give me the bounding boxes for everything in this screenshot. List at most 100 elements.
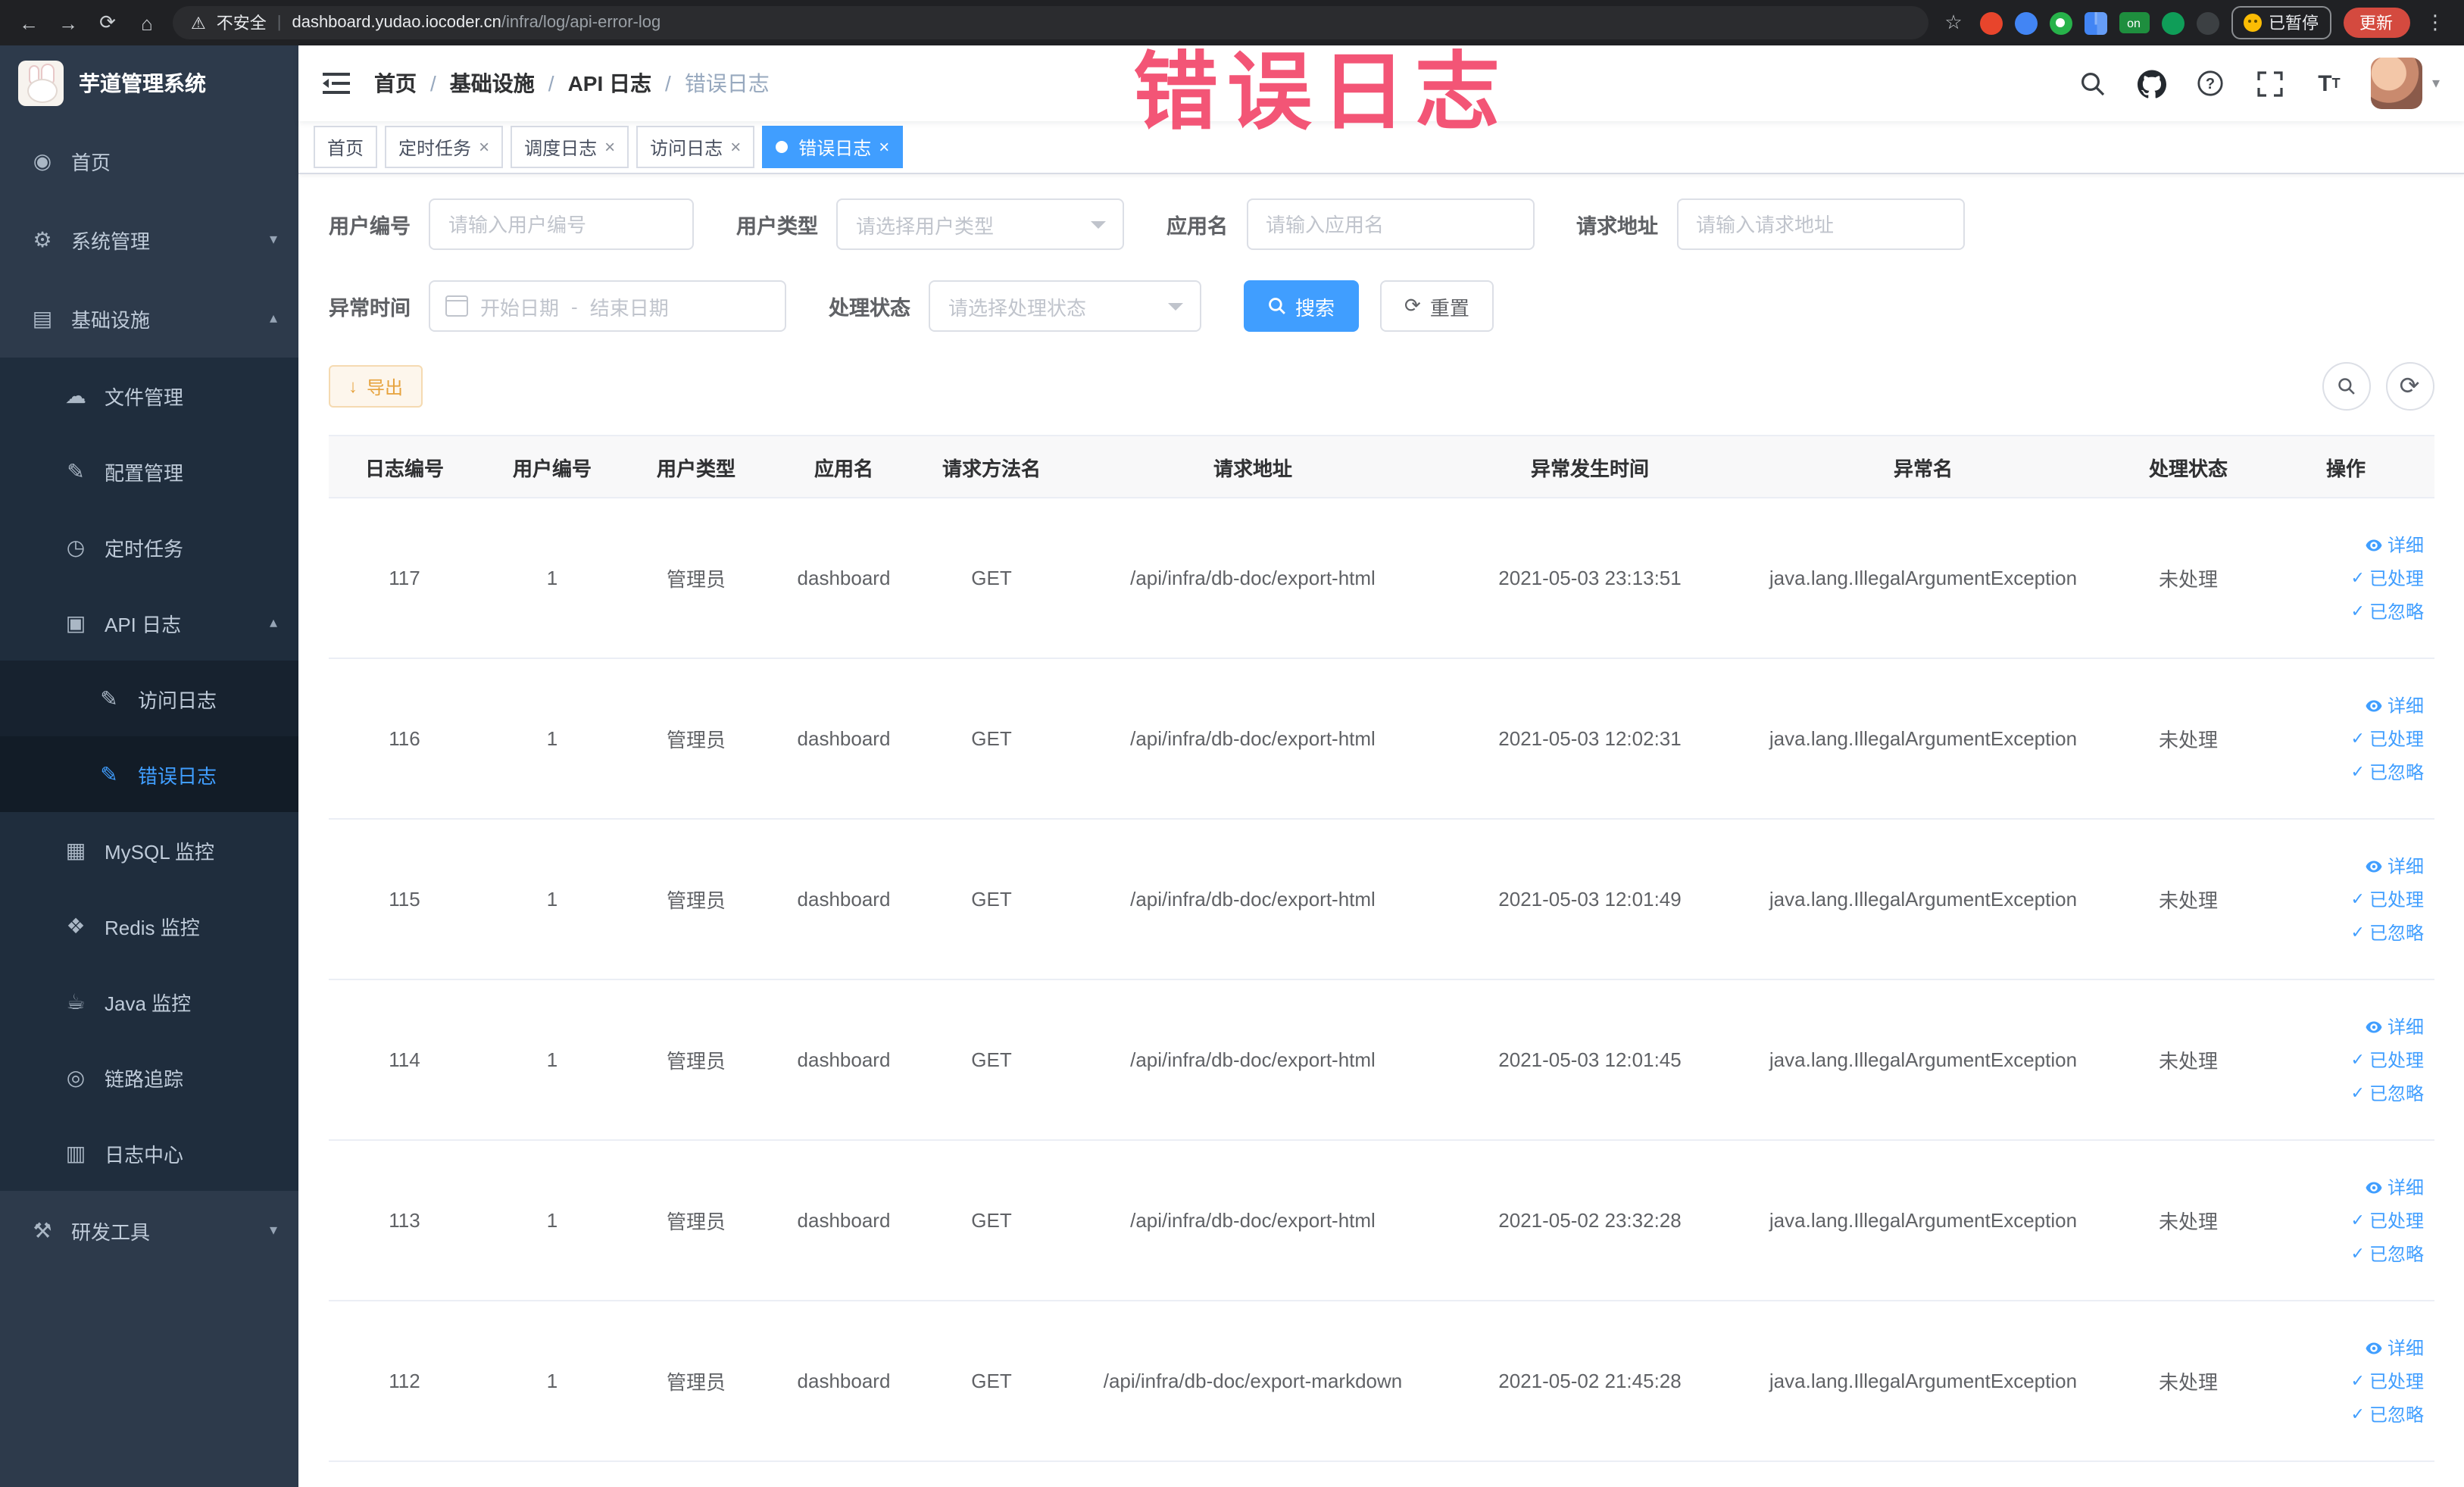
sidebar-item-mysql-monitor[interactable]: ▦ MySQL 监控 <box>0 812 298 888</box>
user-type-select[interactable]: 请选择用户类型 <box>836 198 1124 250</box>
mark-processed-link[interactable]: ✓ 已处理 <box>2351 1368 2424 1394</box>
home-icon[interactable]: ⌂ <box>133 9 161 36</box>
col-header-user-type: 用户类型 <box>656 457 735 480</box>
breadcrumb-infra: 基础设施 <box>449 71 535 95</box>
extension-on-badge[interactable]: on <box>2119 12 2149 33</box>
filter-label: 应用名 <box>1166 215 1228 238</box>
sidebar-item-redis-monitor[interactable]: ❖ Redis 监控 <box>0 888 298 964</box>
search-icon[interactable] <box>2076 67 2110 100</box>
mark-processed-link[interactable]: ✓ 已处理 <box>2351 1207 2424 1233</box>
sidebar-item-api-log[interactable]: ▣ API 日志 ▴ <box>0 585 298 661</box>
redis-icon: ❖ <box>66 913 86 937</box>
sidebar-item-dev-tools[interactable]: ⚒ 研发工具 ▾ <box>0 1191 298 1270</box>
app-name-input[interactable] <box>1246 198 1534 250</box>
sidebar-item-file-manage[interactable]: ☁ 文件管理 <box>0 358 298 433</box>
extension-icon-leaf[interactable] <box>2161 11 2184 34</box>
app-logo[interactable]: 芋道管理系统 <box>0 45 298 121</box>
mark-ignored-link[interactable]: ✓ 已忽略 <box>2351 1401 2424 1427</box>
mark-ignored-link[interactable]: ✓ 已忽略 <box>2351 598 2424 624</box>
date-range-picker[interactable]: 开始日期 - 结束日期 <box>429 280 786 332</box>
sidebar-item-config-manage[interactable]: ✎ 配置管理 <box>0 433 298 509</box>
cell-request-url: /api/infra/db-doc/export-html <box>1130 1209 1376 1232</box>
tools-icon: ⚒ <box>33 1217 52 1242</box>
sidebar-item-home[interactable]: ◉ 首页 <box>0 121 298 200</box>
close-icon[interactable]: × <box>479 136 489 158</box>
user-id-input[interactable] <box>429 198 694 250</box>
cell-app-name: dashboard <box>797 1370 891 1392</box>
request-url-input[interactable] <box>1676 198 1964 250</box>
back-icon[interactable]: ← <box>15 9 42 36</box>
sidebar: 芋道管理系统 ◉ 首页 ⚙ 系统管理 ▾ ▤ 基础设施 ▴ ☁ 文件管理 ✎ 配… <box>0 45 298 1487</box>
eye-icon <box>2366 1342 2382 1354</box>
bookmark-star-icon[interactable]: ☆ <box>1940 9 1967 36</box>
tab-scheduled-jobs[interactable]: 定时任务 × <box>385 126 504 168</box>
mark-processed-link[interactable]: ✓ 已处理 <box>2351 565 2424 591</box>
document-icon: ✎ <box>100 686 118 710</box>
security-label[interactable]: 不安全 <box>217 11 267 35</box>
browser-menu-icon[interactable]: ⋮ <box>2422 9 2449 36</box>
sidebar-item-error-log[interactable]: ✎ 错误日志 <box>0 736 298 812</box>
cell-method: GET <box>971 727 1012 750</box>
sidebar-item-access-log[interactable]: ✎ 访问日志 <box>0 661 298 736</box>
tab-error-log[interactable]: 错误日志 × <box>762 126 904 168</box>
mark-ignored-link[interactable]: ✓ 已忽略 <box>2351 759 2424 785</box>
reload-icon[interactable]: ⟳ <box>94 9 121 36</box>
detail-link[interactable]: 详细 <box>2365 1174 2424 1200</box>
address-bar[interactable]: ⚠ 不安全 | dashboard.yudao.iocoder.cn/infra… <box>173 6 1928 39</box>
cell-status: 未处理 <box>2158 568 2218 591</box>
refresh-table-button[interactable]: ⟳ <box>2385 362 2434 411</box>
detail-link[interactable]: 详细 <box>2365 1335 2424 1360</box>
export-button[interactable]: ↓ 导出 <box>329 365 423 408</box>
mark-ignored-link[interactable]: ✓ 已忽略 <box>2351 1241 2424 1267</box>
mark-processed-link[interactable]: ✓ 已处理 <box>2351 1047 2424 1073</box>
extension-icon-blue[interactable] <box>2014 11 2037 34</box>
help-icon[interactable]: ? <box>2194 67 2228 100</box>
reset-button[interactable]: ⟳ 重置 <box>1380 280 1494 332</box>
extension-icon-grid[interactable] <box>2084 11 2106 34</box>
user-menu[interactable]: ▾ <box>2371 58 2440 109</box>
forward-icon[interactable]: → <box>55 9 82 36</box>
detail-link[interactable]: 详细 <box>2365 692 2424 718</box>
mark-processed-link[interactable]: ✓ 已处理 <box>2351 726 2424 751</box>
github-icon[interactable] <box>2135 67 2169 100</box>
sidebar-toggle-icon[interactable] <box>323 73 350 94</box>
fullscreen-icon[interactable] <box>2253 67 2287 100</box>
cell-request-url: /api/infra/db-doc/export-html <box>1130 888 1376 911</box>
page-content: 用户编号 用户类型 请选择用户类型 应用名 请求地址 <box>298 174 2464 1462</box>
right-toolbar: ⟳ <box>2322 362 2434 411</box>
detail-link[interactable]: 详细 <box>2365 853 2424 879</box>
mark-processed-link[interactable]: ✓ 已处理 <box>2351 886 2424 912</box>
sidebar-item-log-center[interactable]: ▥ 日志中心 <box>0 1115 298 1191</box>
close-icon[interactable]: × <box>604 136 615 158</box>
detail-link[interactable]: 详细 <box>2365 532 2424 558</box>
breadcrumb-home[interactable]: 首页 <box>374 68 417 98</box>
tab-access-log[interactable]: 访问日志 × <box>636 126 755 168</box>
sidebar-item-scheduled-jobs[interactable]: ◷ 定时任务 <box>0 509 298 585</box>
mark-ignored-link[interactable]: ✓ 已忽略 <box>2351 920 2424 945</box>
tab-home[interactable]: 首页 <box>314 126 378 168</box>
tab-schedule-log[interactable]: 调度日志 × <box>511 126 629 168</box>
process-status-select[interactable]: 请选择处理状态 <box>929 280 1201 332</box>
sidebar-item-trace[interactable]: ◎ 链路追踪 <box>0 1039 298 1115</box>
search-button[interactable]: 搜索 <box>1244 280 1360 332</box>
close-icon[interactable]: × <box>879 136 889 158</box>
check-icon: ✓ <box>2350 1245 2365 1264</box>
sidebar-item-system[interactable]: ⚙ 系统管理 ▾ <box>0 200 298 279</box>
filter-label: 异常时间 <box>329 297 411 320</box>
hide-search-button[interactable] <box>2322 362 2370 411</box>
sidebar-item-infra[interactable]: ▤ 基础设施 ▴ <box>0 279 298 358</box>
extension-icon-green[interactable] <box>2049 11 2072 34</box>
extension-icon-paw[interactable] <box>2196 11 2219 34</box>
chevron-down-icon: ▾ <box>2431 75 2440 92</box>
mark-ignored-link[interactable]: ✓ 已忽略 <box>2351 1080 2424 1106</box>
close-icon[interactable]: × <box>730 136 741 158</box>
detail-link[interactable]: 详细 <box>2365 1014 2424 1039</box>
font-size-icon[interactable]: TT <box>2313 67 2346 100</box>
col-header-time: 异常发生时间 <box>1530 457 1649 480</box>
extension-icon-red[interactable] <box>1979 11 2002 34</box>
table-row: 113 1 管理员 dashboard GET /api/infra/db-do… <box>329 1141 2434 1301</box>
paused-badge[interactable]: 已暂停 <box>2231 6 2331 39</box>
sidebar-item-java-monitor[interactable]: ☕ Java 监控 <box>0 964 298 1039</box>
chrome-update-button[interactable]: 更新 <box>2343 8 2409 38</box>
cell-log-id: 116 <box>389 727 420 750</box>
